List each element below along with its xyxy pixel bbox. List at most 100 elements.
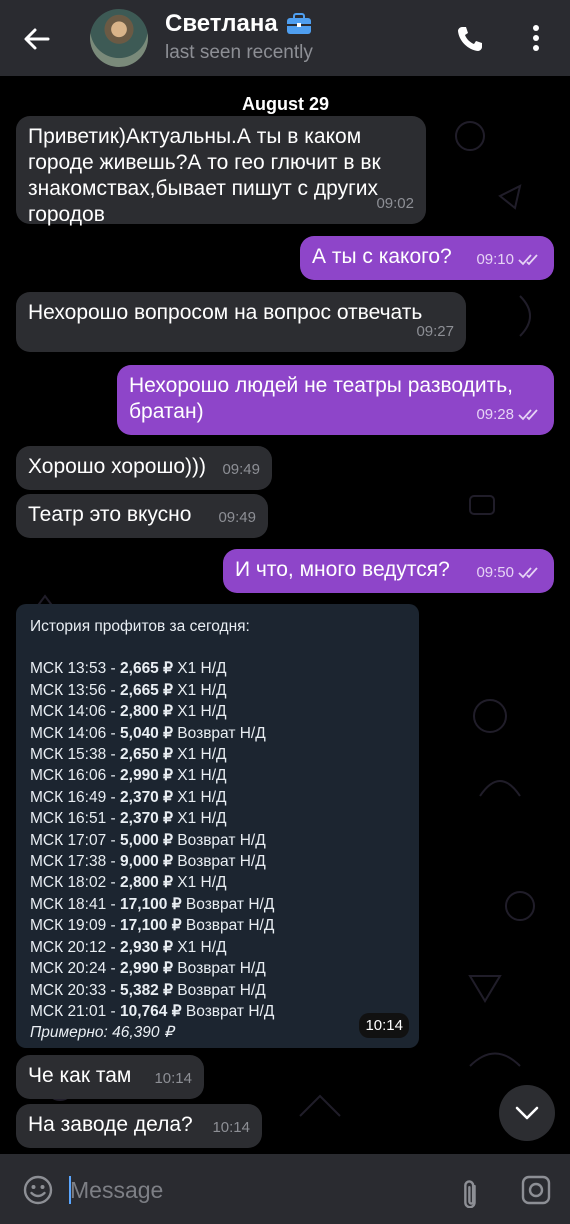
smile-icon[interactable] (22, 1174, 54, 1206)
last-seen-status: last seen recently (165, 42, 313, 63)
profit-kind: Возврат Н/Д (177, 853, 266, 871)
contact-name-text: Светлана (165, 10, 278, 37)
arrow-left-icon[interactable] (22, 24, 52, 54)
incoming-message[interactable]: Нехорошо вопросом на вопрос отвечать 09:… (16, 292, 466, 352)
profit-amount: 2,990 ₽ (120, 767, 173, 785)
message-input[interactable] (70, 1172, 430, 1208)
outgoing-message[interactable]: И что, много ведутся? 09:50 (223, 549, 554, 593)
chevron-down-icon (515, 1106, 539, 1120)
outgoing-message[interactable]: Нехорошо людей не театры разводить, брат… (117, 365, 554, 435)
profit-kind: Возврат Н/Д (177, 960, 266, 978)
profit-time: МСК 17:38 (30, 853, 107, 871)
profit-amount: 2,800 ₽ (120, 703, 173, 721)
profit-row: МСК 16:49 - 2,370 ₽ Х1 Н/Д (30, 788, 227, 806)
message-text: Приветик)Актуальны.А ты в каком городе ж… (28, 125, 381, 226)
profit-kind: Возврат Н/Д (177, 831, 266, 849)
message-time: 09:49 (218, 509, 256, 526)
profit-row: МСК 20:24 - 2,990 ₽ Возврат Н/Д (30, 960, 266, 978)
message-time: 09:27 (416, 323, 454, 340)
profit-row: МСК 19:09 - 17,100 ₽ Возврат Н/Д (30, 917, 275, 935)
message-text: На заводе дела? (28, 1113, 193, 1136)
message-time: 10:14 (212, 1119, 250, 1136)
profit-time: МСК 16:49 (30, 788, 107, 806)
incoming-message[interactable]: Че как там 10:14 (16, 1055, 204, 1099)
profit-row: МСК 14:06 - 2,800 ₽ Х1 Н/Д (30, 703, 227, 721)
message-time: 10:14 (359, 1012, 409, 1038)
profit-time: МСК 18:02 (30, 874, 107, 892)
profit-row: МСК 14:06 - 5,040 ₽ Возврат Н/Д (30, 724, 266, 742)
profit-time: МСК 19:09 (30, 917, 107, 935)
profit-time: МСК 13:56 (30, 681, 107, 699)
profit-row: МСК 18:02 - 2,800 ₽ Х1 Н/Д (30, 874, 227, 892)
profit-row: МСК 13:56 - 2,665 ₽ Х1 Н/Д (30, 681, 227, 699)
profit-row: МСК 16:51 - 2,370 ₽ Х1 Н/Д (30, 810, 227, 828)
profit-amount: 10,764 ₽ (120, 1002, 182, 1020)
message-text: А ты с какого? (312, 245, 452, 268)
briefcase-icon (286, 13, 311, 34)
paperclip-icon[interactable] (455, 1174, 487, 1208)
profit-row: МСК 21:01 - 10,764 ₽ Возврат Н/Д (30, 1002, 275, 1020)
profit-time: МСК 18:41 (30, 895, 107, 913)
phone-icon[interactable] (455, 24, 485, 54)
profit-amount: 2,370 ₽ (120, 810, 173, 828)
more-vert-icon[interactable] (528, 22, 544, 54)
message-status: 09:10 (476, 247, 542, 273)
date-separator: August 29 (242, 94, 330, 114)
message-composer (0, 1154, 570, 1224)
profit-amount: 2,930 ₽ (120, 938, 173, 956)
profit-kind: Х1 Н/Д (177, 681, 227, 699)
profit-amount: 2,990 ₽ (120, 960, 173, 978)
profit-kind: Х1 Н/Д (177, 746, 227, 764)
profit-total: Примерно: 46,390 ₽ (30, 1024, 174, 1042)
message-text: Че как там (28, 1064, 132, 1087)
profit-amount: 17,100 ₽ (120, 895, 182, 913)
profit-history-title: История профитов за сегодня: (30, 618, 250, 635)
message-text: Театр это вкусно (28, 503, 192, 526)
outgoing-message[interactable]: А ты с какого? 09:10 (300, 236, 554, 280)
profit-kind: Возврат Н/Д (185, 917, 275, 935)
profit-history-message[interactable]: История профитов за сегодня: МСК 13:53 -… (16, 604, 419, 1048)
incoming-message[interactable]: Хорошо хорошо))) 09:49 (16, 446, 272, 490)
profit-kind: Х1 Н/Д (177, 767, 227, 785)
double-check-icon (518, 409, 538, 421)
double-check-icon (518, 254, 538, 266)
profit-kind: Возврат Н/Д (177, 981, 266, 999)
profit-row: МСК 20:12 - 2,930 ₽ Х1 Н/Д (30, 938, 227, 956)
profit-amount: 2,665 ₽ (120, 681, 173, 699)
contact-name[interactable]: Светлана (165, 10, 312, 38)
profit-time: МСК 14:06 (30, 724, 107, 742)
incoming-message[interactable]: Приветик)Актуальны.А ты в каком городе ж… (16, 116, 426, 226)
avatar[interactable] (90, 9, 148, 67)
profit-kind: Х1 Н/Д (177, 660, 227, 678)
message-list[interactable]: August 29 Приветик)Актуальны.А ты в како… (0, 76, 570, 1154)
profit-time: МСК 21:01 (30, 1002, 107, 1020)
profit-row: МСК 17:38 - 9,000 ₽ Возврат Н/Д (30, 853, 266, 871)
profit-time: МСК 17:07 (30, 831, 107, 849)
incoming-message[interactable]: На заводе дела? 10:14 (16, 1104, 262, 1148)
message-text: Хорошо хорошо))) (28, 455, 206, 478)
profit-kind: Возврат Н/Д (177, 724, 266, 742)
message-time: 09:02 (376, 195, 414, 212)
camera-icon[interactable] (520, 1174, 552, 1206)
profit-row: МСК 18:41 - 17,100 ₽ Возврат Н/Д (30, 895, 275, 913)
profit-time: МСК 16:51 (30, 810, 107, 828)
profit-amount: 2,370 ₽ (120, 788, 173, 806)
profit-kind: Х1 Н/Д (177, 788, 227, 806)
message-text: И что, много ведутся? (235, 558, 450, 581)
message-time: 10:14 (154, 1070, 192, 1087)
profit-rows: МСК 13:53 - 2,665 ₽ Х1 Н/Д МСК 13:56 - 2,… (30, 658, 405, 1022)
profit-amount: 5,000 ₽ (120, 831, 173, 849)
profit-time: МСК 20:33 (30, 981, 107, 999)
profit-kind: Возврат Н/Д (185, 895, 275, 913)
profit-kind: Х1 Н/Д (177, 874, 227, 892)
profit-amount: 5,382 ₽ (120, 981, 173, 999)
scroll-down-button[interactable] (499, 1085, 555, 1141)
profit-time: МСК 20:24 (30, 960, 107, 978)
profit-amount: 9,000 ₽ (120, 853, 173, 871)
profit-time: МСК 15:38 (30, 746, 107, 764)
message-time: 09:49 (222, 461, 260, 478)
message-status: 09:28 (476, 402, 542, 428)
message-time: 09:10 (476, 251, 514, 268)
incoming-message[interactable]: Театр это вкусно 09:49 (16, 494, 268, 538)
profit-kind: Возврат Н/Д (185, 1002, 275, 1020)
